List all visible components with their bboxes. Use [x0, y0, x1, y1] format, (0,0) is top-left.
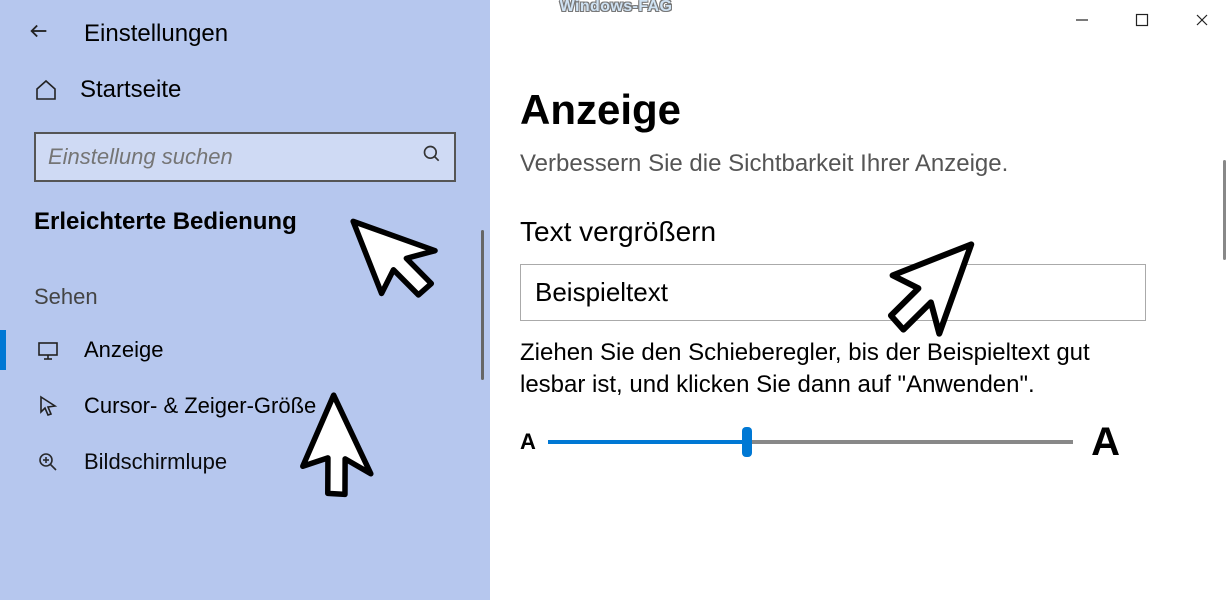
sidebar-item-label: Anzeige [84, 337, 164, 363]
page-title: Anzeige [520, 86, 1202, 134]
sidebar-item-cursor[interactable]: Cursor- & Zeiger-Größe [0, 378, 490, 434]
section-header-text-enlarge: Text vergrößern [520, 216, 1202, 248]
slider-max-label: A [1091, 420, 1120, 465]
main-scrollbar[interactable] [1223, 160, 1226, 260]
sidebar-group-label: Sehen [0, 244, 490, 322]
page-subtitle: Verbessern Sie die Sichtbarkeit Ihrer An… [520, 150, 1202, 178]
sidebar-home-label: Startseite [80, 76, 181, 104]
back-icon[interactable] [28, 20, 50, 48]
window-title: Einstellungen [84, 20, 228, 48]
magnifier-icon [34, 450, 62, 474]
search-input[interactable] [34, 132, 456, 182]
home-icon [34, 78, 58, 102]
monitor-icon [34, 338, 62, 362]
slider-description: Ziehen Sie den Schieberegler, bis der Be… [520, 337, 1116, 402]
sample-text-box: Beispieltext [520, 264, 1146, 321]
minimize-button[interactable] [1052, 0, 1112, 40]
sidebar-item-display[interactable]: Anzeige [0, 322, 490, 378]
slider-min-label: A [520, 429, 536, 455]
sidebar-item-home[interactable]: Startseite [0, 64, 490, 118]
sidebar-item-label: Cursor- & Zeiger-Größe [84, 393, 316, 419]
sidebar-scrollbar[interactable] [481, 230, 484, 380]
main-content: Anzeige Verbessern Sie die Sichtbarkeit … [490, 0, 1232, 600]
close-button[interactable] [1172, 0, 1232, 40]
sidebar-item-label: Bildschirmlupe [84, 449, 227, 475]
sidebar-item-magnifier[interactable]: Bildschirmlupe [0, 434, 490, 490]
maximize-button[interactable] [1112, 0, 1172, 40]
pointer-icon [34, 394, 62, 418]
slider-thumb[interactable] [742, 427, 752, 457]
sidebar-category-title: Erleichterte Bedienung [0, 200, 490, 244]
text-size-slider[interactable] [548, 440, 1073, 444]
sidebar: Einstellungen Startseite Erleichterte Be… [0, 0, 490, 600]
